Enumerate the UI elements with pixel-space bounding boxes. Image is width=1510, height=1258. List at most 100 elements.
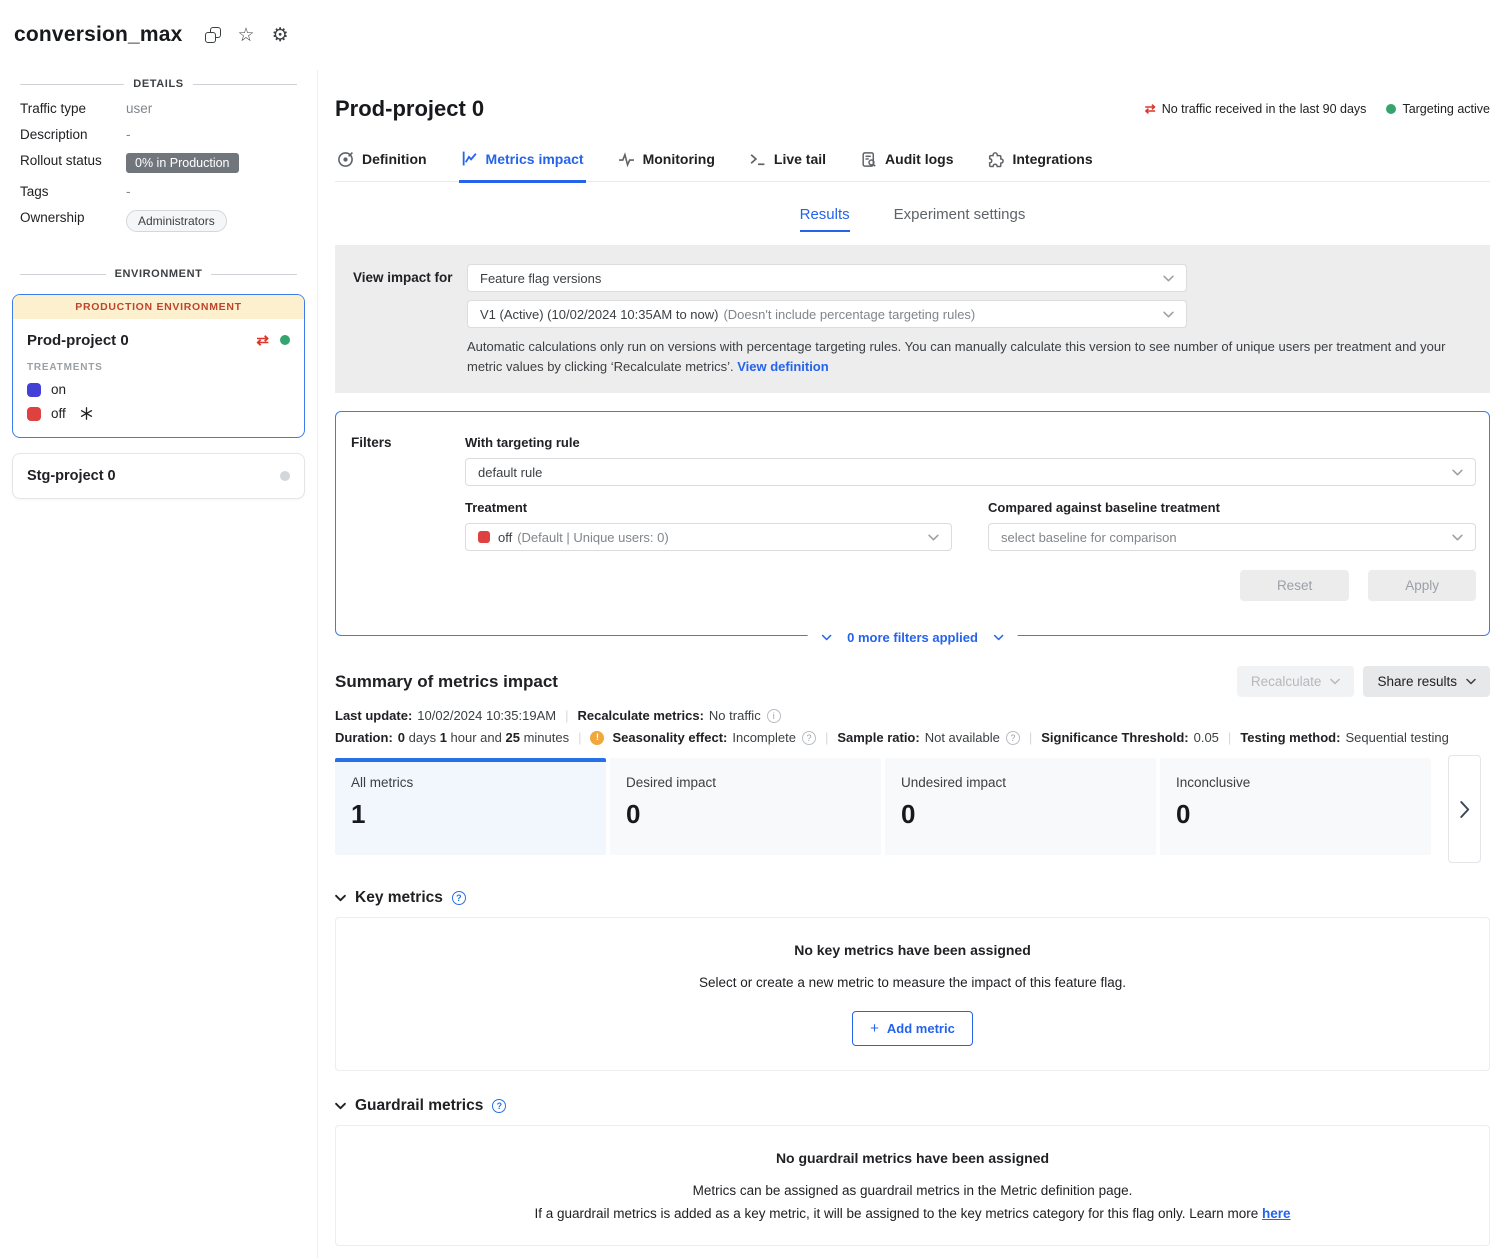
baseline-dropdown[interactable]: select baseline for comparison	[988, 523, 1476, 551]
chevron-right-icon	[1460, 801, 1470, 818]
key-metrics-collapse-toggle[interactable]	[335, 894, 346, 902]
subtab-results[interactable]: Results	[800, 206, 850, 232]
copy-icon[interactable]	[205, 27, 221, 43]
guardrail-empty-card: No guardrail metrics have been assigned …	[335, 1125, 1490, 1246]
filters-label: Filters	[351, 435, 465, 601]
subtab-experiment-settings[interactable]: Experiment settings	[894, 206, 1026, 232]
chevron-down-icon	[1163, 275, 1174, 282]
chevron-down-icon	[994, 634, 1004, 641]
no-traffic-icon: ⇄	[1145, 101, 1156, 117]
help-icon[interactable]: ?	[802, 731, 816, 745]
help-icon[interactable]: ?	[1006, 731, 1020, 745]
targeting-active-dot	[1386, 104, 1396, 114]
chevron-down-icon	[928, 534, 939, 541]
ownership-pill[interactable]: Administrators	[126, 210, 227, 232]
chevron-down-icon	[1452, 469, 1463, 476]
card-desired-impact[interactable]: Desired impact 0	[610, 758, 881, 855]
help-icon[interactable]: ?	[492, 1099, 506, 1113]
key-metrics-heading: Key metrics	[355, 889, 443, 907]
version-description: Automatic calculations only run on versi…	[467, 337, 1457, 377]
card-undesired-impact[interactable]: Undesired impact 0	[885, 758, 1156, 855]
environment-section-heading: ENVIRONMENT	[20, 268, 297, 280]
sidebar: DETAILS Traffic type user Description - …	[0, 70, 318, 1258]
apply-button[interactable]: Apply	[1368, 570, 1476, 601]
prod-environment-name: Prod-project 0	[27, 332, 256, 349]
targeting-active-status: Targeting active	[1386, 102, 1490, 116]
target-icon	[337, 151, 354, 168]
detail-row-ownership: Ownership Administrators	[20, 210, 317, 232]
add-metric-button[interactable]: +Add metric	[852, 1011, 973, 1046]
audit-log-icon	[860, 151, 877, 168]
reset-button[interactable]: Reset	[1240, 570, 1349, 601]
line-chart-icon	[461, 150, 478, 167]
targeting-rule-dropdown[interactable]: default rule	[465, 458, 1476, 486]
chevron-down-icon	[1466, 678, 1476, 685]
info-icon[interactable]: i	[767, 709, 781, 723]
tab-metrics-impact[interactable]: Metrics impact	[459, 150, 586, 183]
tab-monitoring[interactable]: Monitoring	[616, 150, 717, 181]
recalculate-button[interactable]: Recalculate	[1237, 666, 1355, 697]
plus-icon: +	[870, 1020, 879, 1037]
filters-panel: Filters With targeting rule default rule…	[335, 411, 1490, 636]
view-impact-label: View impact for	[353, 264, 467, 377]
environment-card-production[interactable]: PRODUCTION ENVIRONMENT Prod-project 0 ⇄ …	[12, 294, 305, 438]
targeting-rule-label: With targeting rule	[465, 435, 1476, 450]
summary-meta-line-1: Last update:10/02/2024 10:35:19AM | Reca…	[335, 708, 1490, 723]
tab-live-tail[interactable]: Live tail	[747, 150, 828, 181]
treatment-off-swatch	[27, 407, 41, 421]
rollout-status-badge: 0% in Production	[126, 153, 239, 173]
chevron-down-icon	[335, 894, 346, 902]
impact-type-dropdown[interactable]: Feature flag versions	[467, 264, 1187, 292]
treatment-off-swatch	[478, 531, 490, 543]
chevron-down-icon	[821, 634, 831, 641]
cards-next-button[interactable]	[1448, 755, 1481, 863]
tab-integrations[interactable]: Integrations	[985, 150, 1094, 181]
chevron-down-icon	[1452, 534, 1463, 541]
staging-status-dot	[280, 471, 290, 481]
chevron-down-icon	[335, 1102, 346, 1110]
metric-summary-cards: All metrics 1 Desired impact 0 Undesired…	[335, 758, 1490, 863]
detail-row-tags: Tags -	[20, 184, 317, 199]
treatment-dropdown[interactable]: off (Default | Unique users: 0)	[465, 523, 952, 551]
version-dropdown[interactable]: V1 (Active) (10/02/2024 10:35AM to now) …	[467, 300, 1187, 328]
learn-more-link[interactable]: here	[1262, 1206, 1291, 1221]
key-metrics-empty-card: No key metrics have been assigned Select…	[335, 917, 1490, 1071]
detail-row-traffic-type: Traffic type user	[20, 101, 317, 116]
flag-title: conversion_max	[14, 23, 183, 47]
card-inconclusive[interactable]: Inconclusive 0	[1160, 758, 1431, 855]
pulse-icon	[618, 151, 635, 168]
guardrail-line-2: If a guardrail metrics is added as a key…	[356, 1206, 1469, 1221]
chevron-down-icon	[1330, 678, 1340, 685]
default-treatment-asterisk-icon	[80, 407, 93, 420]
tab-definition[interactable]: Definition	[335, 150, 429, 181]
guardrail-collapse-toggle[interactable]	[335, 1102, 346, 1110]
detail-row-description: Description -	[20, 127, 317, 142]
page: conversion_max ☆ ⚙ DETAILS Traffic type …	[0, 0, 1510, 1258]
chevron-down-icon	[1163, 311, 1174, 318]
treatments-label: TREATMENTS	[27, 362, 290, 373]
no-traffic-status: ⇄ No traffic received in the last 90 day…	[1145, 101, 1367, 117]
summary-title: Summary of metrics impact	[335, 672, 558, 692]
help-icon[interactable]: ?	[452, 891, 466, 905]
summary-meta-line-2: Duration: 0 days 1 hour and 25 minutes |…	[335, 730, 1490, 745]
gear-icon[interactable]: ⚙	[272, 26, 289, 45]
more-filters-toggle[interactable]: 0 more filters applied	[807, 630, 1018, 645]
terminal-icon	[749, 151, 766, 168]
puzzle-icon	[987, 151, 1004, 168]
view-definition-link[interactable]: View definition	[737, 359, 829, 374]
detail-row-rollout-status: Rollout status 0% in Production	[20, 153, 317, 173]
guardrail-metrics-heading: Guardrail metrics	[355, 1097, 483, 1115]
card-all-metrics[interactable]: All metrics 1	[335, 758, 606, 855]
warning-icon: !	[590, 731, 604, 745]
star-icon[interactable]: ☆	[238, 26, 255, 45]
environment-page-title: Prod-project 0	[335, 96, 484, 122]
top-bar: conversion_max ☆ ⚙	[0, 0, 1510, 70]
production-environment-banner: PRODUCTION ENVIRONMENT	[13, 295, 304, 319]
details-section-heading: DETAILS	[20, 78, 297, 90]
environment-card-staging[interactable]: Stg-project 0	[12, 453, 305, 499]
tab-audit-logs[interactable]: Audit logs	[858, 150, 955, 181]
view-impact-panel: View impact for Feature flag versions V1…	[335, 245, 1490, 393]
active-status-dot	[280, 335, 290, 345]
main-content: Prod-project 0 ⇄ No traffic received in …	[318, 70, 1510, 1258]
share-results-button[interactable]: Share results	[1363, 666, 1490, 697]
